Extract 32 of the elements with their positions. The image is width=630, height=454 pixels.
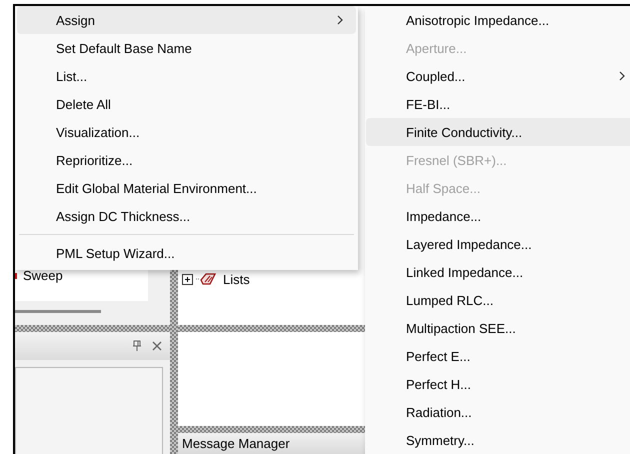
- menu-item[interactable]: Symmetry...: [366, 426, 630, 454]
- menu-item[interactable]: Layered Impedance...: [366, 230, 630, 258]
- menu-item[interactable]: Assign: [17, 6, 356, 34]
- pin-icon[interactable]: [132, 340, 142, 352]
- splitter[interactable]: [15, 325, 170, 332]
- menu-item[interactable]: Coupled...: [366, 62, 630, 90]
- menu-item[interactable]: Linked Impedance...: [366, 258, 630, 286]
- menu-item[interactable]: Impedance...: [366, 202, 630, 230]
- tree-item[interactable]: Sweep: [23, 268, 63, 282]
- menu-item[interactable]: Anisotropic Impedance...: [366, 6, 630, 34]
- menu-item[interactable]: Assign DC Thickness...: [17, 202, 356, 230]
- tree-item[interactable]: Lists: [223, 272, 250, 286]
- menu-item[interactable]: List...: [17, 62, 356, 90]
- close-icon[interactable]: [152, 341, 162, 351]
- menu-item[interactable]: FE-BI...: [366, 90, 630, 118]
- menu-item[interactable]: Multipaction SEE...: [366, 314, 630, 342]
- splitter[interactable]: [178, 426, 365, 433]
- menu-item[interactable]: Finite Conductivity...: [366, 118, 630, 146]
- menu-item[interactable]: Delete All: [17, 90, 356, 118]
- menu-item[interactable]: Visualization...: [17, 118, 356, 146]
- expand-icon[interactable]: [182, 274, 193, 284]
- list-icon: [195, 272, 217, 286]
- menu-item[interactable]: Lumped RLC...: [366, 286, 630, 314]
- menu-item[interactable]: Perfect H...: [366, 370, 630, 398]
- menu-item[interactable]: Reprioritize...: [17, 146, 356, 174]
- splitter[interactable]: [178, 325, 365, 332]
- menu-item[interactable]: Perfect E...: [366, 342, 630, 370]
- menu-item[interactable]: Radiation...: [366, 398, 630, 426]
- menu-item[interactable]: PML Setup Wizard...: [17, 239, 356, 267]
- menu-item[interactable]: Set Default Base Name: [17, 34, 356, 62]
- panel-title: Message Manager: [178, 433, 365, 454]
- menu-item[interactable]: Edit Global Material Environment...: [17, 174, 356, 202]
